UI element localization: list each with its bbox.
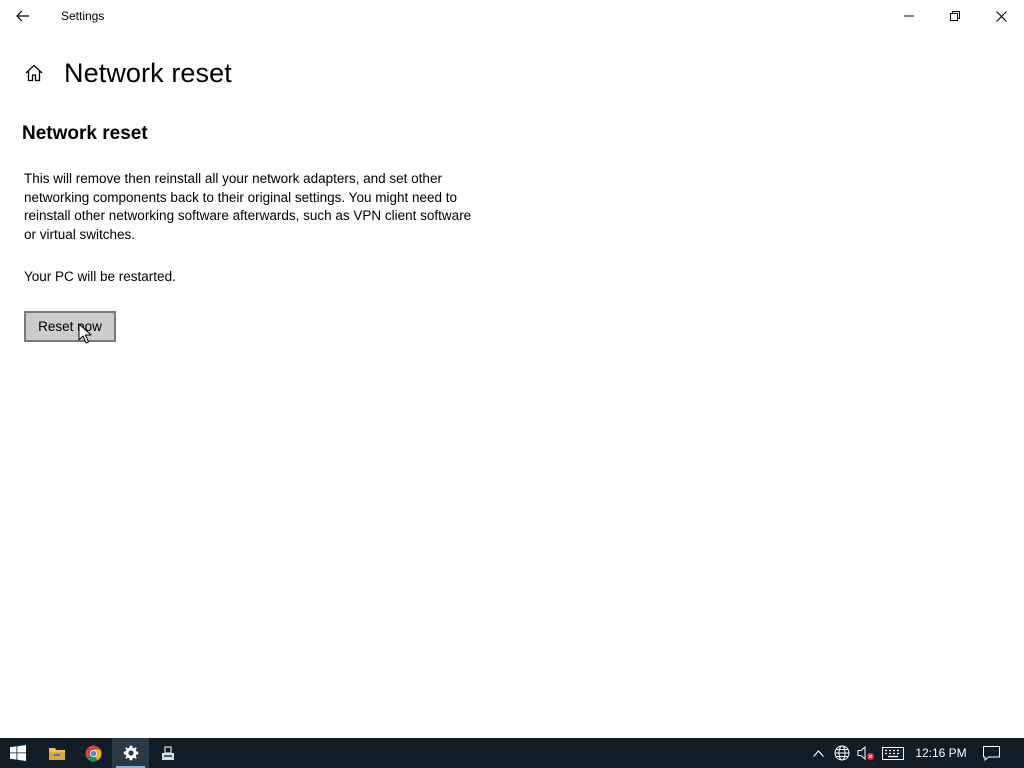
volume-tray-button[interactable] bbox=[855, 738, 877, 768]
minimize-icon bbox=[904, 15, 914, 17]
show-hidden-icons-button[interactable] bbox=[808, 738, 828, 768]
taskbar-clock[interactable]: 12:16 PM bbox=[910, 738, 972, 768]
section-title: Network reset bbox=[22, 123, 148, 144]
window-title: Settings bbox=[61, 9, 105, 23]
page-title: Network reset bbox=[64, 57, 232, 88]
description-text: This will remove then reinstall all your… bbox=[24, 171, 472, 242]
network-tray-button[interactable] bbox=[831, 738, 853, 768]
title-bar: Settings bbox=[0, 0, 1024, 32]
globe-icon bbox=[834, 745, 850, 761]
close-button[interactable] bbox=[978, 0, 1024, 32]
action-center-button[interactable] bbox=[978, 738, 1004, 768]
folder-icon bbox=[48, 747, 65, 760]
minimize-button[interactable] bbox=[886, 0, 932, 32]
restart-note: Your PC will be restarted. bbox=[24, 269, 176, 284]
app-icon bbox=[161, 746, 174, 760]
keyboard-icon bbox=[882, 746, 904, 760]
touch-keyboard-button[interactable] bbox=[880, 738, 906, 768]
restore-button[interactable] bbox=[932, 0, 978, 32]
reset-now-button[interactable]: Reset now bbox=[24, 311, 116, 342]
taskbar-chrome[interactable] bbox=[75, 738, 112, 768]
windows-logo-icon bbox=[10, 745, 26, 761]
taskbar-other-app[interactable] bbox=[149, 738, 186, 768]
start-button[interactable] bbox=[0, 738, 36, 768]
close-icon bbox=[995, 10, 1007, 22]
taskbar-settings[interactable] bbox=[112, 738, 149, 768]
volume-muted-icon bbox=[857, 745, 875, 761]
chrome-icon bbox=[85, 745, 102, 761]
back-arrow-icon bbox=[16, 10, 29, 22]
chevron-up-icon bbox=[812, 749, 824, 757]
notification-icon bbox=[982, 745, 1000, 761]
home-icon[interactable] bbox=[22, 61, 46, 85]
taskbar-file-explorer[interactable] bbox=[38, 738, 75, 768]
gear-icon bbox=[123, 745, 138, 761]
back-button[interactable] bbox=[0, 0, 46, 32]
page-header: Network reset bbox=[22, 55, 232, 91]
taskbar: 12:16 PM bbox=[0, 738, 1024, 768]
restore-icon bbox=[950, 11, 960, 21]
